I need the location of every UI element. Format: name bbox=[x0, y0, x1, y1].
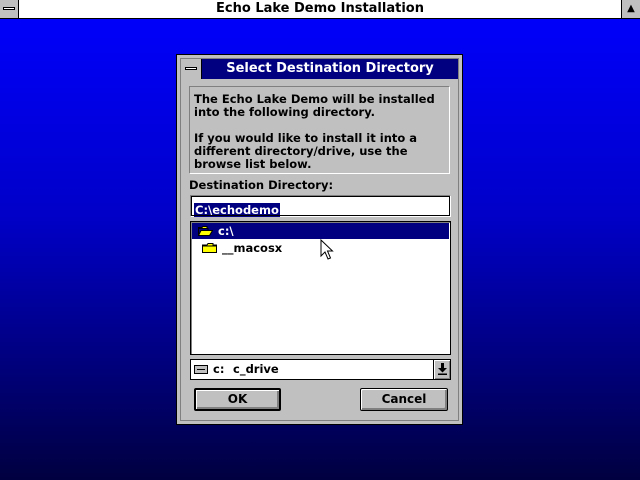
directory-item-label: __macosx bbox=[222, 241, 283, 255]
dropdown-arrow-icon bbox=[437, 363, 447, 375]
destination-directory-input[interactable]: C:\echodemo bbox=[190, 195, 451, 217]
directory-item-root[interactable]: c:\ bbox=[192, 223, 449, 239]
main-window-title: Echo Lake Demo Installation bbox=[216, 1, 424, 16]
main-system-menu-button[interactable] bbox=[0, 0, 19, 18]
dialog-title: Select Destination Directory bbox=[226, 61, 434, 76]
folder-icon bbox=[202, 243, 217, 253]
dialog-system-menu-button[interactable] bbox=[181, 59, 202, 79]
ok-button[interactable]: OK bbox=[194, 388, 281, 411]
open-folder-icon bbox=[198, 226, 213, 236]
destination-directory-value: C:\echodemo bbox=[194, 203, 280, 217]
drive-label: c_drive bbox=[233, 362, 279, 376]
main-window-scroll-up-button[interactable]: ▲ bbox=[621, 0, 640, 18]
drive-dropdown-button[interactable] bbox=[433, 360, 450, 379]
destination-directory-label: Destination Directory: bbox=[189, 178, 334, 192]
directory-item-label: c:\ bbox=[218, 224, 234, 238]
info-message-box: The Echo Lake Demo will be installed int… bbox=[189, 86, 450, 174]
drive-icon bbox=[194, 365, 208, 374]
system-menu-icon bbox=[3, 7, 15, 10]
drive-letter: c: bbox=[213, 362, 225, 376]
drive-select[interactable]: c: c_drive bbox=[190, 359, 451, 380]
system-menu-icon bbox=[185, 67, 197, 70]
info-text-line2: If you would like to install it into a d… bbox=[194, 131, 418, 171]
cancel-button[interactable]: Cancel bbox=[360, 388, 448, 411]
mouse-pointer-icon bbox=[320, 239, 334, 260]
scroll-up-arrow-icon: ▲ bbox=[627, 3, 635, 14]
main-window-titlebar: Echo Lake Demo Installation ▲ bbox=[0, 0, 640, 19]
info-text-line1: The Echo Lake Demo will be installed int… bbox=[194, 92, 435, 119]
dialog-titlebar: Select Destination Directory bbox=[181, 59, 458, 79]
